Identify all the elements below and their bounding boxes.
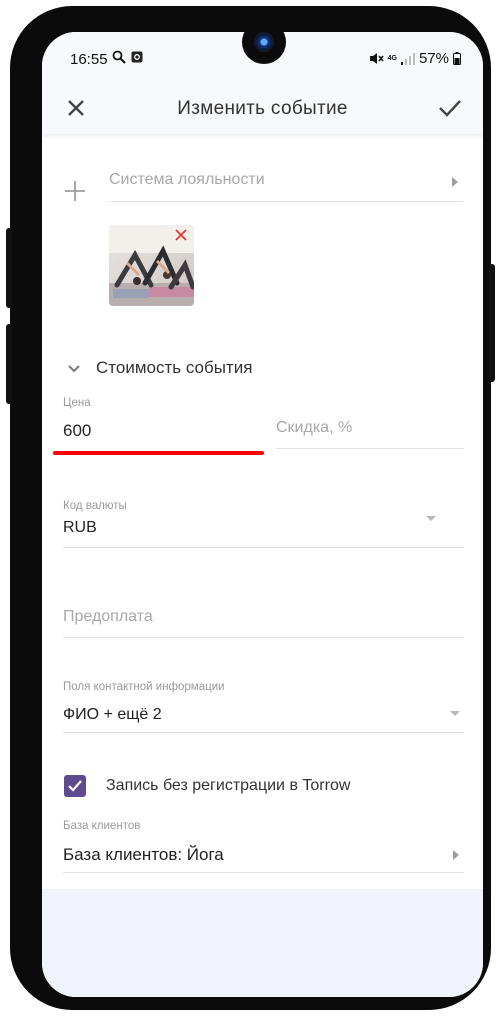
remove-image-icon[interactable] (175, 229, 187, 241)
plus-icon[interactable] (64, 180, 86, 202)
contact-fields-select[interactable]: ФИО + ещё 2 (63, 706, 162, 724)
front-camera (242, 20, 286, 64)
notification-app-icon (131, 51, 143, 63)
currency-underline (63, 547, 464, 548)
currency-label: Код валюты (63, 500, 127, 512)
no-registration-label[interactable]: Запись без регистрации в Torrow (106, 777, 350, 795)
prepayment-underline (63, 637, 464, 638)
discount-underline (276, 448, 464, 449)
check-icon[interactable] (437, 96, 463, 120)
loyalty-system-select[interactable]: Система лояльности (109, 162, 463, 202)
battery-percent: 57% (418, 50, 449, 67)
dropdown-arrow-icon (426, 516, 436, 521)
price-highlight-underline (53, 451, 264, 455)
contact-fields-label: Поля контактной информации (63, 681, 225, 693)
page-title: Изменить событие (177, 98, 348, 119)
bottom-area (42, 889, 483, 997)
volume-button (6, 228, 12, 308)
prepayment-input[interactable]: Предоплата (63, 608, 153, 626)
dropdown-arrow-icon (450, 711, 460, 716)
checkmark-icon (68, 780, 82, 792)
contact-fields-underline (63, 732, 464, 733)
client-base-label: База клиентов (63, 820, 141, 832)
client-base-underline (63, 872, 464, 873)
phone-frame: 16:55 4G 57% Изменить событие Система ло… (6, 6, 495, 1010)
price-input[interactable]: 600 (63, 421, 91, 441)
network-type: 4G (387, 55, 397, 62)
battery-icon (453, 52, 461, 65)
search-icon (112, 50, 126, 64)
chevron-down-icon[interactable] (68, 365, 80, 373)
app-bar: Изменить событие (42, 84, 483, 134)
edit-event-form: Система лояльности Стоимость события Цен… (42, 134, 483, 889)
mute-icon (369, 53, 384, 64)
price-label: Цена (63, 397, 91, 409)
power-button-left (6, 324, 12, 404)
chevron-right-icon (452, 177, 458, 187)
loyalty-system-label: Система лояльности (109, 171, 265, 188)
power-button-right (489, 264, 495, 382)
signal-icon (400, 52, 415, 65)
discount-input[interactable]: Скидка, % (276, 419, 352, 437)
screen: 16:55 4G 57% Изменить событие Система ло… (42, 32, 483, 997)
no-registration-checkbox[interactable] (64, 775, 86, 797)
chevron-right-icon (453, 850, 459, 860)
client-base-select[interactable]: База клиентов: Йога (63, 845, 224, 865)
status-time: 16:55 (70, 51, 108, 68)
section-event-cost[interactable]: Стоимость события (96, 358, 252, 378)
currency-select[interactable]: RUB (63, 519, 97, 537)
